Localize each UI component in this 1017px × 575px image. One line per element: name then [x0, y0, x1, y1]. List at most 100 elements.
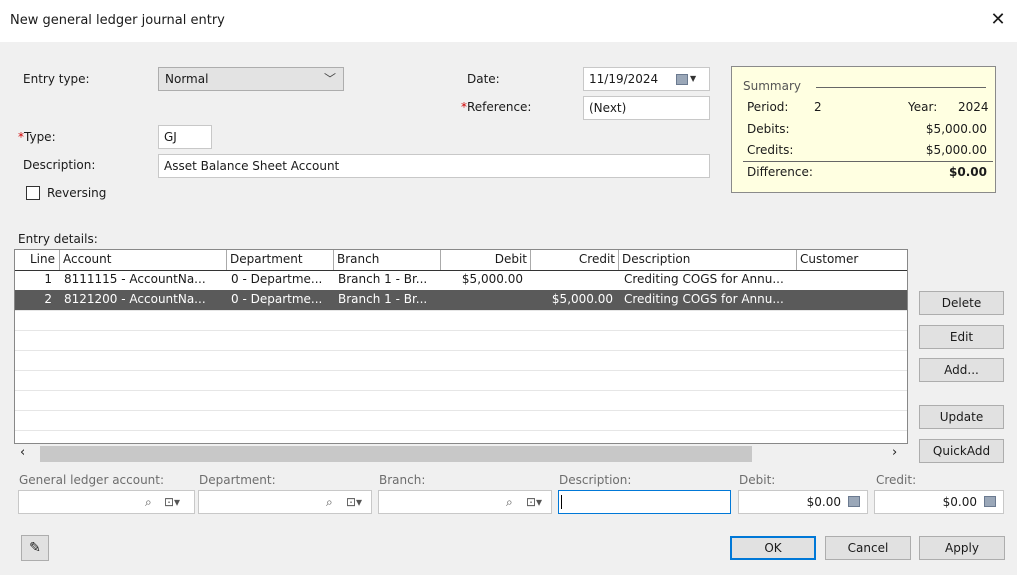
summary-panel: Summary Period: 2 Year: 2024 Debits: $5,… — [731, 66, 996, 193]
department-field[interactable]: ⌕ ⊡▾ — [198, 490, 372, 514]
cell-account: 8121200 - AccountNa... — [64, 292, 206, 306]
date-value: 11/19/2024 — [589, 72, 659, 86]
period-label: Period: — [747, 100, 789, 114]
attachment-icon[interactable]: ✎ — [21, 535, 49, 561]
reference-field[interactable]: (Next) — [583, 96, 710, 120]
date-label: Date: — [467, 72, 500, 86]
horizontal-scrollbar[interactable]: ‹ › — [14, 444, 908, 464]
chevron-down-icon[interactable]: ▼ — [690, 68, 696, 90]
cell-branch: Branch 1 - Br... — [338, 272, 428, 286]
type-field[interactable]: GJ — [158, 125, 212, 149]
table-row-empty — [15, 350, 907, 371]
description-label: Description: — [23, 158, 96, 172]
line-description-field[interactable] — [558, 490, 731, 514]
cell-description: Crediting COGS for Annu... — [624, 272, 784, 286]
quickadd-button[interactable]: QuickAdd — [919, 439, 1004, 463]
credits-value: $5,000.00 — [925, 143, 987, 157]
table-row-empty — [15, 310, 907, 331]
column-line[interactable]: Line — [15, 250, 60, 270]
entry-type-value: Normal — [165, 72, 209, 86]
gl-account-label: General ledger account: — [19, 473, 165, 487]
cell-debit: $5,000.00 — [461, 272, 523, 286]
add-button[interactable]: Add... — [919, 358, 1004, 382]
delete-button[interactable]: Delete — [919, 291, 1004, 315]
close-icon[interactable]: ✕ — [988, 9, 1008, 31]
edit-button[interactable]: Edit — [919, 325, 1004, 349]
table-row-selected[interactable]: 2 8121200 - AccountNa... 0 - Departme...… — [15, 290, 907, 311]
search-icon[interactable]: ⌕ — [506, 495, 513, 510]
branch-field[interactable]: ⌕ ⊡▾ — [378, 490, 552, 514]
branch-label: Branch: — [379, 473, 426, 487]
apply-button[interactable]: Apply — [919, 536, 1005, 560]
calculator-icon[interactable] — [984, 496, 996, 507]
cell-debit — [441, 290, 527, 310]
period-value: 2 — [814, 100, 822, 114]
grid-header: Line Account Department Branch Debit Cre… — [15, 250, 907, 271]
update-button[interactable]: Update — [919, 405, 1004, 429]
reference-label: *Reference: — [461, 100, 531, 114]
calculator-icon[interactable] — [848, 496, 860, 507]
table-row-empty — [15, 370, 907, 391]
department-label: Department: — [199, 473, 276, 487]
cell-account: 8111115 - AccountNa... — [64, 272, 206, 286]
entry-details-grid[interactable]: Line Account Department Branch Debit Cre… — [14, 249, 908, 444]
lookup-icon[interactable]: ⊡▾ — [526, 495, 542, 509]
type-label-text: Type: — [24, 130, 56, 144]
description-field[interactable]: Asset Balance Sheet Account — [158, 154, 710, 178]
debit-field[interactable]: $0.00 — [738, 490, 868, 514]
cell-department: 0 - Departme... — [231, 272, 323, 286]
chevron-down-icon: ﹀ — [323, 72, 336, 86]
table-row-empty — [15, 410, 907, 431]
text-cursor — [561, 495, 562, 509]
cell-branch: Branch 1 - Br... — [338, 292, 428, 306]
gl-account-field[interactable]: ⌕ ⊡▾ — [18, 490, 195, 514]
column-description[interactable]: Description — [619, 250, 797, 270]
table-row-empty — [15, 390, 907, 411]
cell-line: 2 — [44, 292, 52, 306]
reversing-label: Reversing — [47, 186, 107, 200]
entry-type-select[interactable]: Normal ﹀ — [158, 67, 344, 91]
cell-line: 1 — [44, 272, 52, 286]
entry-type-label: Entry type: — [23, 72, 90, 86]
column-department[interactable]: Department — [227, 250, 334, 270]
debits-label: Debits: — [747, 122, 790, 136]
credit-label: Credit: — [876, 473, 917, 487]
lookup-icon[interactable]: ⊡▾ — [164, 495, 180, 509]
cell-customer — [797, 270, 907, 290]
column-credit[interactable]: Credit — [531, 250, 619, 270]
table-row[interactable]: 1 8111115 - AccountNa... 0 - Departme...… — [15, 270, 907, 291]
table-row-empty — [15, 330, 907, 351]
credit-field[interactable]: $0.00 — [874, 490, 1004, 514]
cell-credit — [531, 270, 617, 290]
cell-department: 0 - Departme... — [231, 292, 323, 306]
date-field[interactable]: 11/19/2024 ▼ — [583, 67, 710, 91]
summary-divider — [816, 87, 986, 88]
column-customer[interactable]: Customer — [797, 250, 907, 270]
line-description-label: Description: — [559, 473, 632, 487]
difference-value: $0.00 — [949, 165, 987, 179]
ok-button[interactable]: OK — [730, 536, 816, 560]
cancel-button[interactable]: Cancel — [825, 536, 911, 560]
type-label: *Type: — [18, 130, 56, 144]
cell-description: Crediting COGS for Annu... — [624, 292, 784, 306]
reference-label-text: Reference: — [467, 100, 532, 114]
scroll-right-icon[interactable]: › — [892, 445, 897, 460]
window-title: New general ledger journal entry — [10, 13, 225, 28]
cell-credit: $5,000.00 — [551, 292, 613, 306]
cell-customer — [797, 290, 907, 310]
reversing-checkbox[interactable] — [26, 186, 40, 200]
calendar-icon[interactable] — [676, 74, 688, 85]
debit-label: Debit: — [739, 473, 776, 487]
column-account[interactable]: Account — [60, 250, 227, 270]
summary-heading: Summary — [743, 79, 801, 93]
scroll-left-icon[interactable]: ‹ — [20, 445, 25, 460]
lookup-icon[interactable]: ⊡▾ — [346, 495, 362, 509]
search-icon[interactable]: ⌕ — [145, 495, 152, 510]
debits-value: $5,000.00 — [925, 122, 987, 136]
credits-label: Credits: — [747, 143, 794, 157]
search-icon[interactable]: ⌕ — [326, 495, 333, 510]
column-branch[interactable]: Branch — [334, 250, 441, 270]
column-debit[interactable]: Debit — [441, 250, 531, 270]
difference-label: Difference: — [747, 165, 813, 179]
scrollbar-thumb[interactable] — [40, 446, 752, 462]
